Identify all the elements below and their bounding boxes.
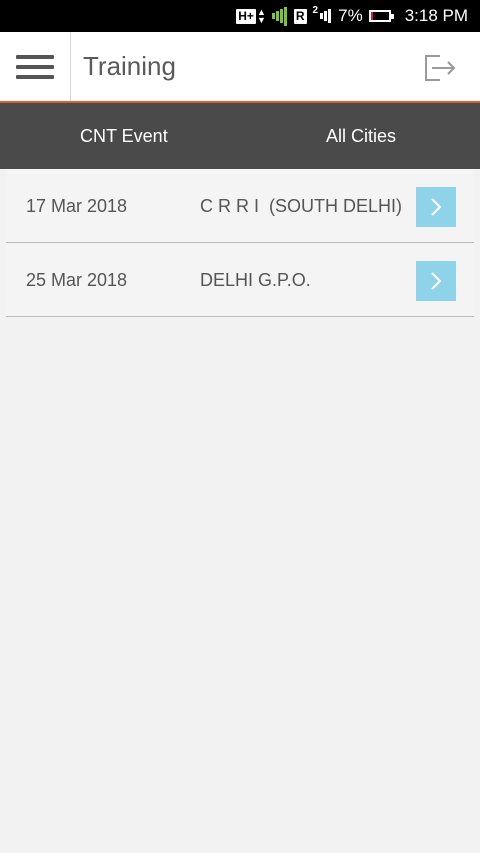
city-filter-label: All Cities [325, 125, 396, 146]
battery-percent: 7% [338, 6, 363, 25]
event-location: C R R I (SOUTH DELHI) [200, 196, 403, 216]
logout-icon[interactable] [422, 52, 458, 82]
event-date: 17 Mar 2018 [26, 196, 128, 216]
city-filter-button[interactable]: All Cities [238, 103, 480, 169]
roaming-badge: R [293, 8, 307, 24]
event-location: DELHI G.P.O. [200, 270, 311, 290]
hamburger-menu-icon[interactable] [0, 32, 71, 101]
data-transfer-icon: ▲ ▼ [256, 7, 266, 25]
filter-bar: CNT Event All Cities [0, 103, 480, 169]
list-item[interactable]: 25 Mar 2018 DELHI G.P.O. [6, 243, 474, 317]
event-filter-label: CNT Event [80, 125, 168, 146]
page-title: Training [83, 51, 176, 81]
event-date: 25 Mar 2018 [26, 270, 128, 290]
battery-icon [368, 10, 394, 22]
network-type-label: H+ [236, 8, 256, 24]
network-indicator: H+ ▲ ▼ [236, 7, 266, 25]
event-filter-button[interactable]: CNT Event [0, 103, 238, 169]
list-item[interactable]: 17 Mar 2018 C R R I (SOUTH DELHI) [6, 169, 474, 243]
status-bar: H+ ▲ ▼ R 2 7% 3:18 PM [0, 0, 480, 32]
event-list: 17 Mar 2018 C R R I (SOUTH DELHI) 25 Mar… [6, 169, 474, 317]
signal-strength-icon-sim2: 2 [313, 6, 333, 26]
signal-strength-icon-sim1 [271, 6, 288, 26]
clock: 3:18 PM [404, 6, 468, 25]
sim-number-label: 2 [312, 5, 319, 16]
chevron-right-icon[interactable] [416, 187, 456, 227]
roaming-indicator: R [293, 8, 307, 24]
app-bar: Training [0, 32, 480, 103]
chevron-right-icon[interactable] [416, 261, 456, 301]
